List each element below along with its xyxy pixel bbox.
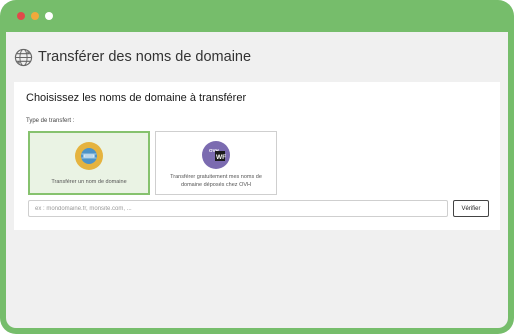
window-close-button[interactable] <box>17 12 25 20</box>
option-transfer-domain-label: Transférer un nom de domaine <box>51 179 127 185</box>
domain-transfer-icon <box>75 142 103 170</box>
page-title: Transférer des noms de domaine <box>38 49 252 65</box>
ovh-logo-icon: OVH WF <box>202 141 230 169</box>
window-minimize-button[interactable] <box>31 12 39 20</box>
app-frame: Transférer des noms de domaine Choisisse… <box>0 0 514 334</box>
window-fullscreen-button[interactable] <box>45 12 53 20</box>
verify-button[interactable]: Vérifier <box>453 200 489 217</box>
transfer-type-label: Type de transfert : <box>26 118 75 124</box>
ovh-badge-text: WF <box>216 154 226 161</box>
card-title: Choisissez les noms de domaine à transfé… <box>26 92 247 104</box>
option-transfer-ovh-label: Transférer gratuitement mes noms de doma… <box>170 174 262 188</box>
app-window: Transférer des noms de domaine Choisisse… <box>6 32 508 328</box>
domain-input[interactable] <box>28 200 448 217</box>
page-header: Transférer des noms de domaine <box>14 46 251 68</box>
transfer-card: Choisissez les noms de domaine à transfé… <box>14 82 500 230</box>
globe-transfer-icon <box>14 48 33 67</box>
option-transfer-domain[interactable]: Transférer un nom de domaine <box>28 131 150 195</box>
option-transfer-ovh[interactable]: OVH WF Transférer gratuitement mes noms … <box>155 131 277 195</box>
